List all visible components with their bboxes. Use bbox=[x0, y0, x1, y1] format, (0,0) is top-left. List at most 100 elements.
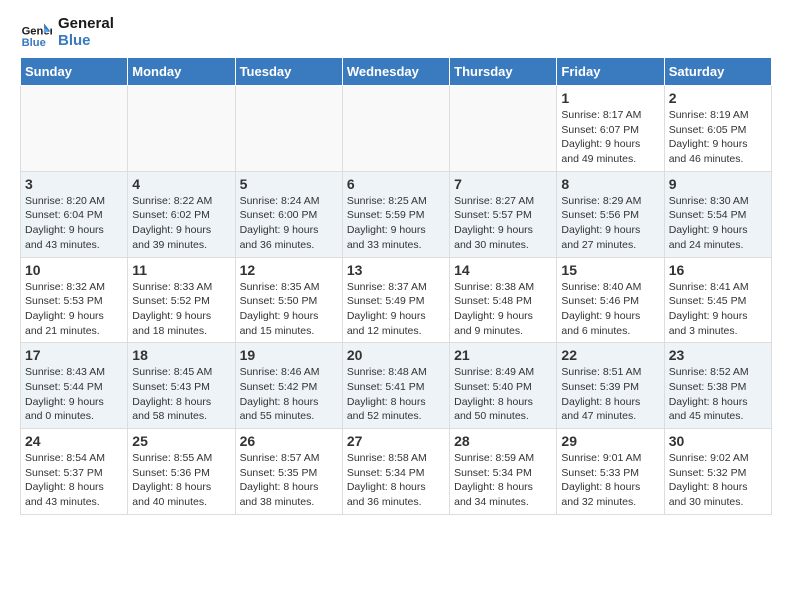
day-info: Sunrise: 8:19 AM Sunset: 6:05 PM Dayligh… bbox=[669, 108, 767, 167]
day-info: Sunrise: 8:38 AM Sunset: 5:48 PM Dayligh… bbox=[454, 280, 552, 339]
day-cell: 6 Sunrise: 8:25 AM Sunset: 5:59 PM Daylig… bbox=[342, 171, 449, 257]
day-cell: 2 Sunrise: 8:19 AM Sunset: 6:05 PM Daylig… bbox=[664, 86, 771, 172]
day-number: 29 bbox=[561, 433, 659, 449]
svg-text:Blue: Blue bbox=[22, 36, 46, 48]
day-number: 5 bbox=[240, 176, 338, 192]
day-info: Sunrise: 8:48 AM Sunset: 5:41 PM Dayligh… bbox=[347, 365, 445, 424]
day-info: Sunrise: 8:20 AM Sunset: 6:04 PM Dayligh… bbox=[25, 194, 123, 253]
day-number: 2 bbox=[669, 90, 767, 106]
day-info: Sunrise: 8:45 AM Sunset: 5:43 PM Dayligh… bbox=[132, 365, 230, 424]
day-cell: 10 Sunrise: 8:32 AM Sunset: 5:53 PM Dayli… bbox=[21, 257, 128, 343]
page: General Blue General Blue SundayMondayTu… bbox=[0, 0, 792, 531]
day-info: Sunrise: 8:25 AM Sunset: 5:59 PM Dayligh… bbox=[347, 194, 445, 253]
day-info: Sunrise: 8:54 AM Sunset: 5:37 PM Dayligh… bbox=[25, 451, 123, 510]
day-cell: 8 Sunrise: 8:29 AM Sunset: 5:56 PM Daylig… bbox=[557, 171, 664, 257]
day-number: 12 bbox=[240, 262, 338, 278]
day-number: 11 bbox=[132, 262, 230, 278]
day-cell bbox=[342, 86, 449, 172]
day-cell: 12 Sunrise: 8:35 AM Sunset: 5:50 PM Dayli… bbox=[235, 257, 342, 343]
day-info: Sunrise: 8:58 AM Sunset: 5:34 PM Dayligh… bbox=[347, 451, 445, 510]
day-cell: 27 Sunrise: 8:58 AM Sunset: 5:34 PM Dayli… bbox=[342, 429, 449, 515]
day-number: 27 bbox=[347, 433, 445, 449]
day-number: 6 bbox=[347, 176, 445, 192]
day-cell: 18 Sunrise: 8:45 AM Sunset: 5:43 PM Dayli… bbox=[128, 343, 235, 429]
day-info: Sunrise: 8:51 AM Sunset: 5:39 PM Dayligh… bbox=[561, 365, 659, 424]
day-number: 16 bbox=[669, 262, 767, 278]
day-info: Sunrise: 8:55 AM Sunset: 5:36 PM Dayligh… bbox=[132, 451, 230, 510]
day-cell bbox=[450, 86, 557, 172]
weekday-header-friday: Friday bbox=[557, 58, 664, 86]
day-cell: 29 Sunrise: 9:01 AM Sunset: 5:33 PM Dayli… bbox=[557, 429, 664, 515]
day-cell: 5 Sunrise: 8:24 AM Sunset: 6:00 PM Daylig… bbox=[235, 171, 342, 257]
day-info: Sunrise: 8:37 AM Sunset: 5:49 PM Dayligh… bbox=[347, 280, 445, 339]
day-cell: 7 Sunrise: 8:27 AM Sunset: 5:57 PM Daylig… bbox=[450, 171, 557, 257]
day-cell: 17Sunrise: 8:43 AM Sunset: 5:44 PM Dayli… bbox=[21, 343, 128, 429]
logo: General Blue General Blue bbox=[20, 16, 114, 49]
day-cell: 15 Sunrise: 8:40 AM Sunset: 5:46 PM Dayli… bbox=[557, 257, 664, 343]
weekday-header-sunday: Sunday bbox=[21, 58, 128, 86]
day-number: 28 bbox=[454, 433, 552, 449]
day-number: 30 bbox=[669, 433, 767, 449]
week-row-2: 3Sunrise: 8:20 AM Sunset: 6:04 PM Daylig… bbox=[21, 171, 772, 257]
day-number: 22 bbox=[561, 347, 659, 363]
week-row-4: 17Sunrise: 8:43 AM Sunset: 5:44 PM Dayli… bbox=[21, 343, 772, 429]
day-cell bbox=[21, 86, 128, 172]
week-row-5: 24 Sunrise: 8:54 AM Sunset: 5:37 PM Dayli… bbox=[21, 429, 772, 515]
weekday-header-monday: Monday bbox=[128, 58, 235, 86]
day-cell: 25 Sunrise: 8:55 AM Sunset: 5:36 PM Dayli… bbox=[128, 429, 235, 515]
day-info: Sunrise: 8:22 AM Sunset: 6:02 PM Dayligh… bbox=[132, 194, 230, 253]
day-number: 24 bbox=[25, 433, 123, 449]
day-number: 21 bbox=[454, 347, 552, 363]
day-number: 1 bbox=[561, 90, 659, 106]
day-info: Sunrise: 8:32 AM Sunset: 5:53 PM Dayligh… bbox=[25, 280, 123, 339]
day-cell: 20 Sunrise: 8:48 AM Sunset: 5:41 PM Dayli… bbox=[342, 343, 449, 429]
day-cell: 4 Sunrise: 8:22 AM Sunset: 6:02 PM Daylig… bbox=[128, 171, 235, 257]
day-info: Sunrise: 8:41 AM Sunset: 5:45 PM Dayligh… bbox=[669, 280, 767, 339]
day-cell: 26Sunrise: 8:57 AM Sunset: 5:35 PM Dayli… bbox=[235, 429, 342, 515]
day-number: 15 bbox=[561, 262, 659, 278]
weekday-header-row: SundayMondayTuesdayWednesdayThursdayFrid… bbox=[21, 58, 772, 86]
day-number: 4 bbox=[132, 176, 230, 192]
day-cell: 19 Sunrise: 8:46 AM Sunset: 5:42 PM Dayli… bbox=[235, 343, 342, 429]
day-number: 7 bbox=[454, 176, 552, 192]
day-number: 18 bbox=[132, 347, 230, 363]
day-info: Sunrise: 8:49 AM Sunset: 5:40 PM Dayligh… bbox=[454, 365, 552, 424]
header: General Blue General Blue bbox=[20, 16, 772, 49]
day-number: 13 bbox=[347, 262, 445, 278]
logo-general: General bbox=[58, 16, 114, 33]
day-cell bbox=[235, 86, 342, 172]
logo-icon: General Blue bbox=[20, 17, 52, 49]
calendar: SundayMondayTuesdayWednesdayThursdayFrid… bbox=[20, 57, 772, 515]
day-cell: 24 Sunrise: 8:54 AM Sunset: 5:37 PM Dayli… bbox=[21, 429, 128, 515]
day-cell: 13 Sunrise: 8:37 AM Sunset: 5:49 PM Dayli… bbox=[342, 257, 449, 343]
day-number: 17 bbox=[25, 347, 123, 363]
day-cell: 22 Sunrise: 8:51 AM Sunset: 5:39 PM Dayli… bbox=[557, 343, 664, 429]
day-info: Sunrise: 9:02 AM Sunset: 5:32 PM Dayligh… bbox=[669, 451, 767, 510]
day-info: Sunrise: 8:35 AM Sunset: 5:50 PM Dayligh… bbox=[240, 280, 338, 339]
day-info: Sunrise: 8:40 AM Sunset: 5:46 PM Dayligh… bbox=[561, 280, 659, 339]
day-info: Sunrise: 8:46 AM Sunset: 5:42 PM Dayligh… bbox=[240, 365, 338, 424]
day-number: 9 bbox=[669, 176, 767, 192]
day-number: 25 bbox=[132, 433, 230, 449]
day-cell: 1Sunrise: 8:17 AM Sunset: 6:07 PM Daylig… bbox=[557, 86, 664, 172]
day-number: 10 bbox=[25, 262, 123, 278]
day-cell: 28Sunrise: 8:59 AM Sunset: 5:34 PM Dayli… bbox=[450, 429, 557, 515]
day-cell: 9 Sunrise: 8:30 AM Sunset: 5:54 PM Daylig… bbox=[664, 171, 771, 257]
day-cell: 3Sunrise: 8:20 AM Sunset: 6:04 PM Daylig… bbox=[21, 171, 128, 257]
day-info: Sunrise: 8:29 AM Sunset: 5:56 PM Dayligh… bbox=[561, 194, 659, 253]
day-number: 19 bbox=[240, 347, 338, 363]
weekday-header-tuesday: Tuesday bbox=[235, 58, 342, 86]
day-info: Sunrise: 9:01 AM Sunset: 5:33 PM Dayligh… bbox=[561, 451, 659, 510]
day-number: 26 bbox=[240, 433, 338, 449]
day-number: 8 bbox=[561, 176, 659, 192]
day-cell: 16 Sunrise: 8:41 AM Sunset: 5:45 PM Dayli… bbox=[664, 257, 771, 343]
day-info: Sunrise: 8:30 AM Sunset: 5:54 PM Dayligh… bbox=[669, 194, 767, 253]
day-info: Sunrise: 8:24 AM Sunset: 6:00 PM Dayligh… bbox=[240, 194, 338, 253]
day-cell: 30 Sunrise: 9:02 AM Sunset: 5:32 PM Dayli… bbox=[664, 429, 771, 515]
weekday-header-saturday: Saturday bbox=[664, 58, 771, 86]
day-number: 14 bbox=[454, 262, 552, 278]
day-number: 20 bbox=[347, 347, 445, 363]
weekday-header-wednesday: Wednesday bbox=[342, 58, 449, 86]
day-info: Sunrise: 8:27 AM Sunset: 5:57 PM Dayligh… bbox=[454, 194, 552, 253]
day-cell: 21 Sunrise: 8:49 AM Sunset: 5:40 PM Dayli… bbox=[450, 343, 557, 429]
